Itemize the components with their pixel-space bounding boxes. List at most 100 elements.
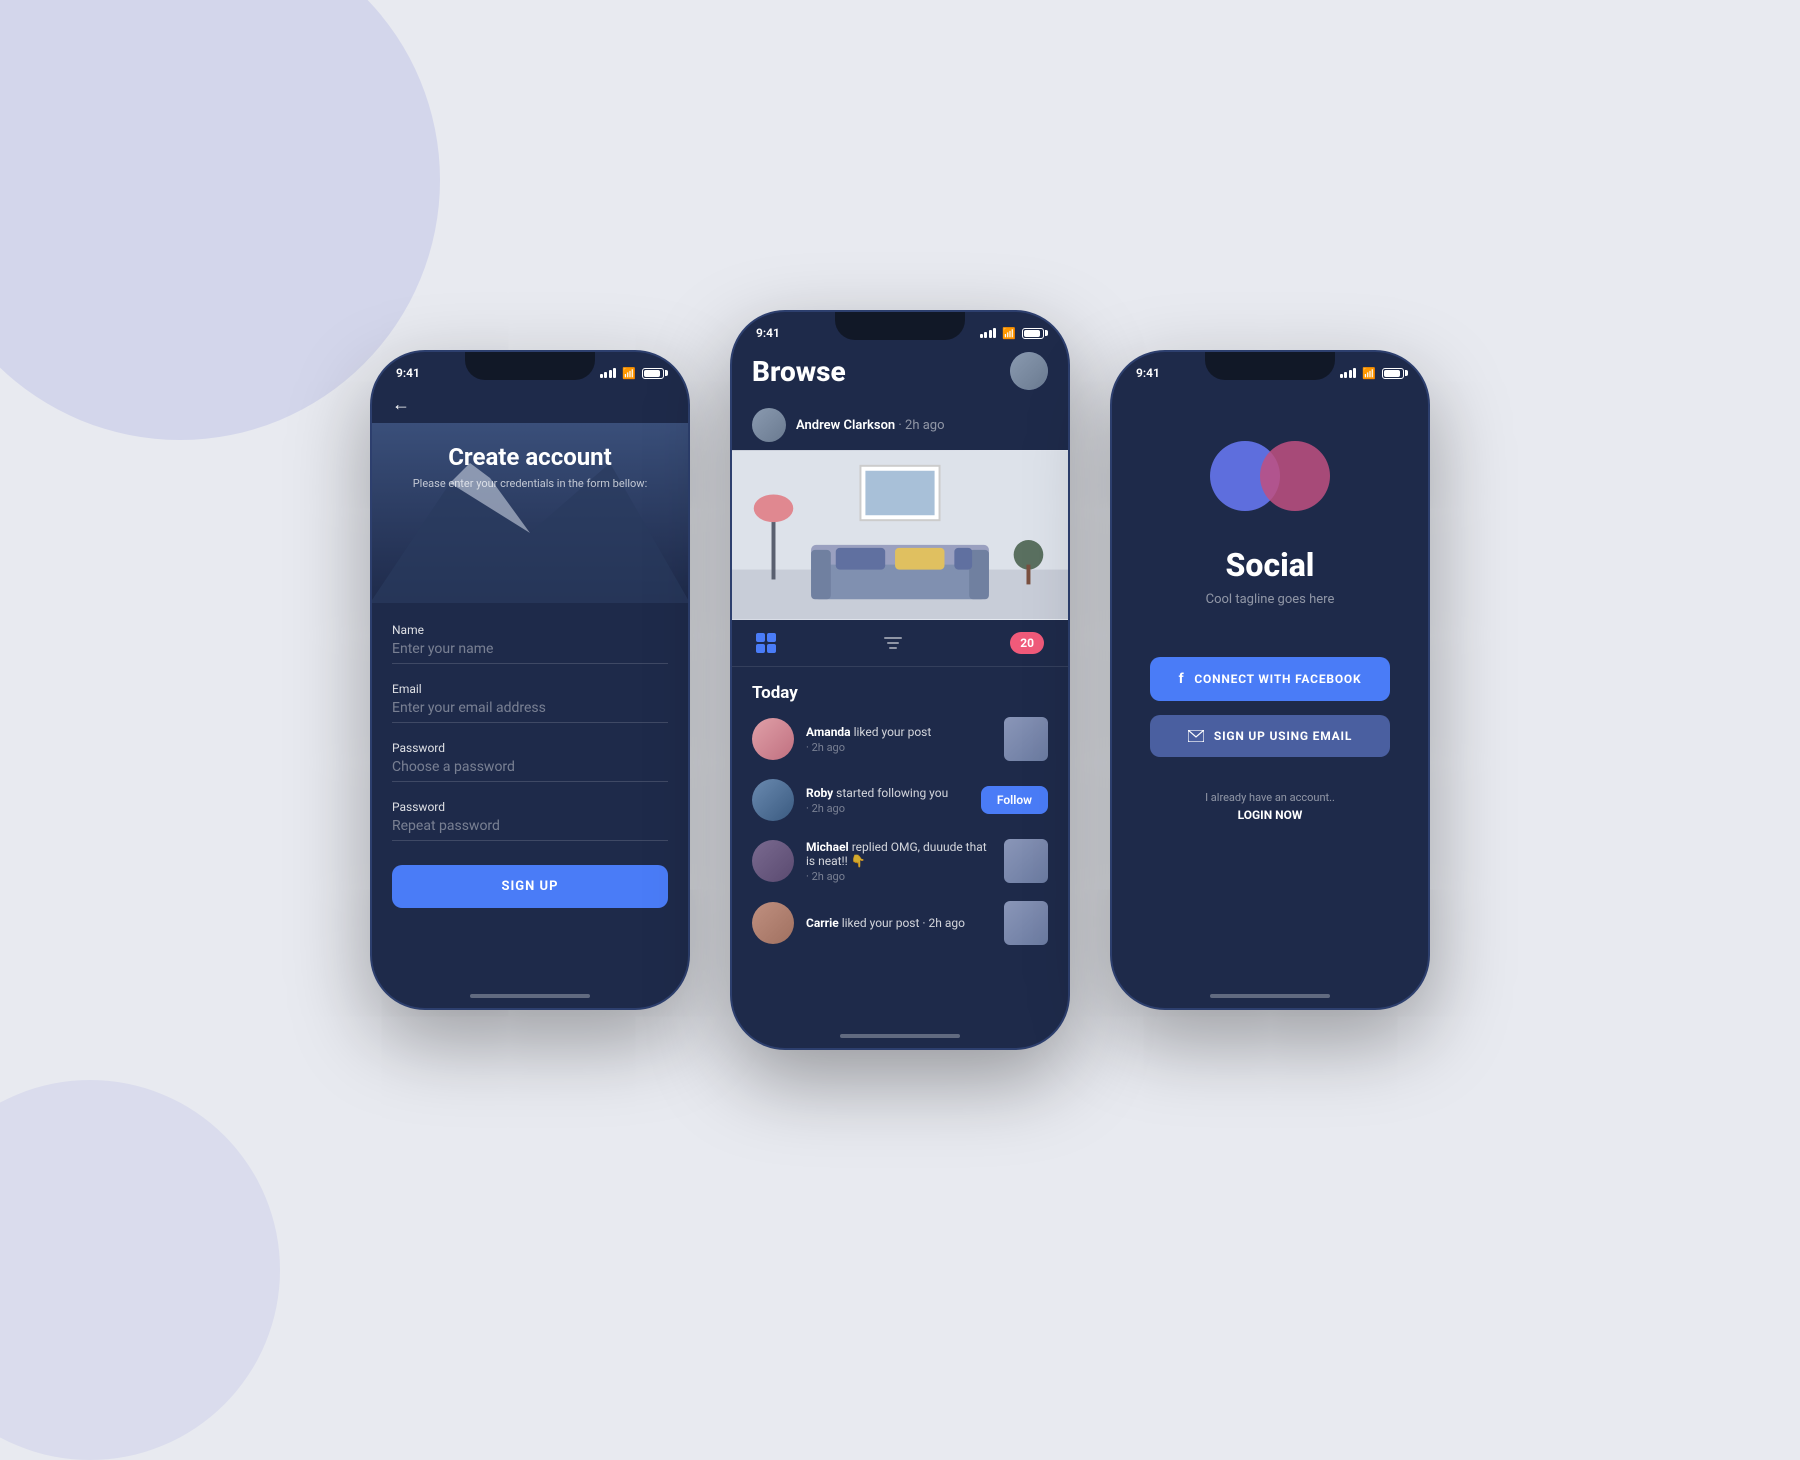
phones-container: 9:41 📶 ← bbox=[370, 310, 1430, 1050]
phone-right-content: Social Cool tagline goes here f CONNECT … bbox=[1112, 386, 1428, 992]
roby-message: Roby started following you bbox=[806, 786, 969, 800]
bg-circle-bottom bbox=[0, 1080, 280, 1460]
repeat-password-field: Password Repeat password bbox=[392, 800, 668, 841]
login-now-link[interactable]: LOGIN NOW bbox=[1205, 808, 1335, 822]
email-label: Email bbox=[392, 682, 668, 696]
signal-icon-center bbox=[980, 328, 997, 338]
filter-tab[interactable] bbox=[884, 637, 902, 649]
carrie-thumb bbox=[1004, 901, 1048, 945]
notification-badge[interactable]: 20 bbox=[1010, 632, 1044, 654]
status-icons-right: 📶 bbox=[1340, 367, 1404, 380]
repeat-label: Password bbox=[392, 800, 668, 814]
battery-icon-right bbox=[1382, 368, 1404, 379]
email-field: Email Enter your email address bbox=[392, 682, 668, 723]
social-tagline: Cool tagline goes here bbox=[1206, 592, 1335, 607]
michael-text: Michael replied OMG, duuude that is neat… bbox=[806, 840, 992, 883]
michael-thumb bbox=[1004, 839, 1048, 883]
grid-tab[interactable] bbox=[756, 633, 776, 653]
battery-icon-center bbox=[1022, 328, 1044, 339]
signal-icon-right bbox=[1340, 368, 1357, 378]
home-indicator-left bbox=[470, 994, 590, 998]
notch-center bbox=[835, 312, 965, 340]
status-icons-left: 📶 bbox=[600, 367, 664, 380]
activity-amanda: Amanda liked your post · 2h ago bbox=[752, 717, 1048, 761]
home-indicator-right bbox=[1210, 994, 1330, 998]
social-title: Social bbox=[1226, 546, 1315, 584]
status-icons-center: 📶 bbox=[980, 327, 1044, 340]
name-input[interactable]: Enter your name bbox=[392, 641, 668, 664]
notch-right bbox=[1205, 352, 1335, 380]
signup-button[interactable]: SIGN UP bbox=[392, 865, 668, 908]
login-section: I already have an account.. LOGIN NOW bbox=[1205, 791, 1335, 822]
room-svg bbox=[732, 450, 1068, 620]
notch-left bbox=[465, 352, 595, 380]
create-account-title: Create account bbox=[372, 443, 688, 471]
today-title: Today bbox=[752, 683, 1048, 703]
venn-circle-red bbox=[1260, 441, 1330, 511]
time-right: 9:41 bbox=[1136, 366, 1160, 380]
wifi-icon-right: 📶 bbox=[1362, 367, 1376, 380]
venn-diagram bbox=[1210, 436, 1330, 516]
email-input[interactable]: Enter your email address bbox=[392, 700, 668, 723]
phone-left: 9:41 📶 ← bbox=[370, 350, 690, 1010]
back-arrow-button[interactable]: ← bbox=[372, 386, 688, 423]
password-input[interactable]: Choose a password bbox=[392, 759, 668, 782]
create-account-hero: Create account Please enter your credent… bbox=[372, 423, 688, 603]
browse-tabs: 20 bbox=[732, 620, 1068, 667]
amanda-thumb bbox=[1004, 717, 1048, 761]
amanda-avatar bbox=[752, 718, 794, 760]
browse-title: Browse bbox=[752, 355, 846, 388]
time-left: 9:41 bbox=[396, 366, 420, 380]
facebook-icon: f bbox=[1179, 671, 1185, 687]
activity-section: Today Amanda liked your post · 2h ago bbox=[732, 667, 1068, 945]
post-author-row: Andrew Clarkson · 2h ago bbox=[732, 400, 1068, 450]
michael-message: Michael replied OMG, duuude that is neat… bbox=[806, 840, 992, 868]
wifi-icon-left: 📶 bbox=[622, 367, 636, 380]
carrie-avatar bbox=[752, 902, 794, 944]
facebook-button-label: CONNECT WITH FACEBOOK bbox=[1194, 672, 1361, 686]
michael-avatar bbox=[752, 840, 794, 882]
battery-icon-left bbox=[642, 368, 664, 379]
create-account-subtitle: Please enter your credentials in the for… bbox=[372, 477, 688, 490]
phone-center-content: Browse Andrew Clarkson · 2h ago bbox=[732, 346, 1068, 1032]
author-info: Andrew Clarkson · 2h ago bbox=[796, 418, 945, 433]
password-field: Password Choose a password bbox=[392, 741, 668, 782]
login-text: I already have an account.. bbox=[1205, 791, 1335, 804]
email-icon bbox=[1188, 730, 1204, 742]
wifi-icon-center: 📶 bbox=[1002, 327, 1016, 340]
time-center: 9:41 bbox=[756, 326, 780, 340]
repeat-input[interactable]: Repeat password bbox=[392, 818, 668, 841]
title-overlay: Create account Please enter your credent… bbox=[372, 423, 688, 490]
phone-right: 9:41 📶 Social Cool tagline goes here bbox=[1110, 350, 1430, 1010]
home-indicator-center bbox=[840, 1034, 960, 1038]
michael-time: · 2h ago bbox=[806, 870, 992, 883]
header-avatar[interactable] bbox=[1010, 352, 1048, 390]
amanda-message: Amanda liked your post bbox=[806, 725, 992, 739]
facebook-connect-button[interactable]: f CONNECT WITH FACEBOOK bbox=[1150, 657, 1390, 701]
post-image bbox=[732, 450, 1068, 620]
author-name: Andrew Clarkson · 2h ago bbox=[796, 418, 945, 433]
activity-roby: Roby started following you · 2h ago Foll… bbox=[752, 779, 1048, 821]
roby-text: Roby started following you · 2h ago bbox=[806, 786, 969, 815]
phone-center: 9:41 📶 Browse bbox=[730, 310, 1070, 1050]
amanda-time: · 2h ago bbox=[806, 741, 992, 754]
carrie-text: Carrie liked your post · 2h ago bbox=[806, 916, 992, 930]
roby-avatar bbox=[752, 779, 794, 821]
andrew-avatar bbox=[752, 408, 786, 442]
activity-michael: Michael replied OMG, duuude that is neat… bbox=[752, 839, 1048, 883]
phone-left-content: ← bbox=[372, 386, 688, 992]
follow-button[interactable]: Follow bbox=[981, 786, 1048, 814]
signal-icon-left bbox=[600, 368, 617, 378]
activity-carrie: Carrie liked your post · 2h ago bbox=[752, 901, 1048, 945]
email-signup-button[interactable]: SIGN UP USING EMAIL bbox=[1150, 715, 1390, 757]
password-label: Password bbox=[392, 741, 668, 755]
name-label: Name bbox=[392, 623, 668, 637]
header-avatar-img bbox=[1010, 352, 1048, 390]
carrie-message: Carrie liked your post · 2h ago bbox=[806, 916, 992, 930]
email-button-label: SIGN UP USING EMAIL bbox=[1214, 729, 1352, 743]
roby-time: · 2h ago bbox=[806, 802, 969, 815]
browse-header: Browse bbox=[732, 346, 1068, 400]
form-section: Name Enter your name Email Enter your em… bbox=[372, 603, 688, 918]
amanda-text: Amanda liked your post · 2h ago bbox=[806, 725, 992, 754]
name-field: Name Enter your name bbox=[392, 623, 668, 664]
